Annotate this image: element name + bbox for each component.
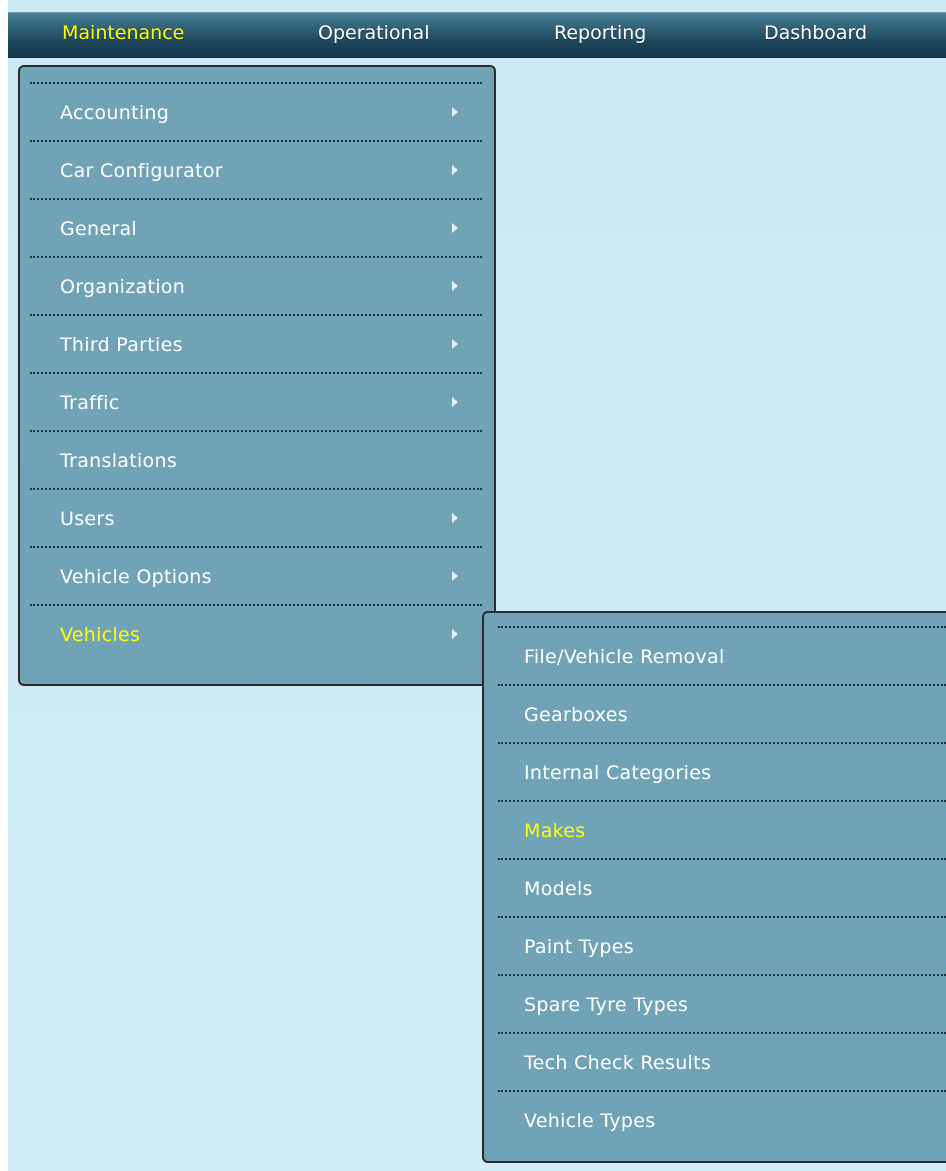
- menu-item-label: Translations: [60, 450, 178, 472]
- menu-item-accounting[interactable]: Accounting: [30, 82, 482, 140]
- menu-item-vehicle-options[interactable]: Vehicle Options: [30, 546, 482, 604]
- submenu-item-vehicle-types[interactable]: Vehicle Types: [498, 1090, 946, 1148]
- submenu-arrow-icon: [452, 107, 458, 117]
- menu-item-label: Traffic: [60, 392, 120, 414]
- vehicles-submenu: File/Vehicle Removal Gearboxes Internal …: [482, 611, 946, 1163]
- menu-item-label: Vehicles: [60, 624, 141, 646]
- menu-item-label: Accounting: [60, 102, 170, 124]
- menu-item-car-configurator[interactable]: Car Configurator: [30, 140, 482, 198]
- menu-item-organization[interactable]: Organization: [30, 256, 482, 314]
- submenu-item-gearboxes[interactable]: Gearboxes: [498, 684, 946, 742]
- submenu-item-makes[interactable]: Makes: [498, 800, 946, 858]
- menu-item-label: Car Configurator: [60, 160, 223, 182]
- menu-item-general[interactable]: General: [30, 198, 482, 256]
- submenu-item-paint-types[interactable]: Paint Types: [498, 916, 946, 974]
- submenu-arrow-icon: [452, 165, 458, 175]
- submenu-arrow-icon: [452, 223, 458, 233]
- menubar-item-maintenance[interactable]: Maintenance: [62, 22, 184, 44]
- menu-item-label: Vehicle Types: [524, 1110, 656, 1132]
- menubar-item-operational[interactable]: Operational: [318, 22, 429, 44]
- menu-item-label: File/Vehicle Removal: [524, 646, 725, 668]
- menu-item-label: General: [60, 218, 137, 240]
- menu-item-third-parties[interactable]: Third Parties: [30, 314, 482, 372]
- menu-item-traffic[interactable]: Traffic: [30, 372, 482, 430]
- maintenance-dropdown-menu: Accounting Car Configurator General Orga…: [18, 65, 496, 686]
- menu-item-vehicles[interactable]: Vehicles: [30, 604, 482, 662]
- submenu-arrow-icon: [452, 397, 458, 407]
- menubar-item-dashboard[interactable]: Dashboard: [764, 22, 867, 44]
- menu-item-label: Users: [60, 508, 115, 530]
- submenu-item-models[interactable]: Models: [498, 858, 946, 916]
- submenu-arrow-icon: [452, 513, 458, 523]
- menu-item-label: Organization: [60, 276, 186, 298]
- submenu-arrow-icon: [452, 629, 458, 639]
- submenu-item-tech-check-results[interactable]: Tech Check Results: [498, 1032, 946, 1090]
- menu-item-label: Spare Tyre Types: [524, 994, 689, 1016]
- main-menubar: Maintenance Operational Reporting Dashbo…: [8, 12, 946, 58]
- submenu-arrow-icon: [452, 571, 458, 581]
- submenu-item-file-vehicle-removal[interactable]: File/Vehicle Removal: [498, 626, 946, 684]
- menu-item-users[interactable]: Users: [30, 488, 482, 546]
- submenu-arrow-icon: [452, 281, 458, 291]
- menu-item-label: Makes: [524, 820, 586, 842]
- menubar-item-reporting[interactable]: Reporting: [554, 22, 646, 44]
- menu-item-label: Models: [524, 878, 593, 900]
- menu-item-label: Third Parties: [60, 334, 183, 356]
- menu-item-label: Vehicle Options: [60, 566, 212, 588]
- menu-item-label: Internal Categories: [524, 762, 712, 784]
- page-background: Maintenance Operational Reporting Dashbo…: [8, 0, 946, 1171]
- menu-item-label: Paint Types: [524, 936, 634, 958]
- menu-item-label: Tech Check Results: [524, 1052, 712, 1074]
- submenu-item-spare-tyre-types[interactable]: Spare Tyre Types: [498, 974, 946, 1032]
- submenu-item-internal-categories[interactable]: Internal Categories: [498, 742, 946, 800]
- submenu-arrow-icon: [452, 339, 458, 349]
- menu-item-label: Gearboxes: [524, 704, 628, 726]
- menu-item-translations[interactable]: Translations: [30, 430, 482, 488]
